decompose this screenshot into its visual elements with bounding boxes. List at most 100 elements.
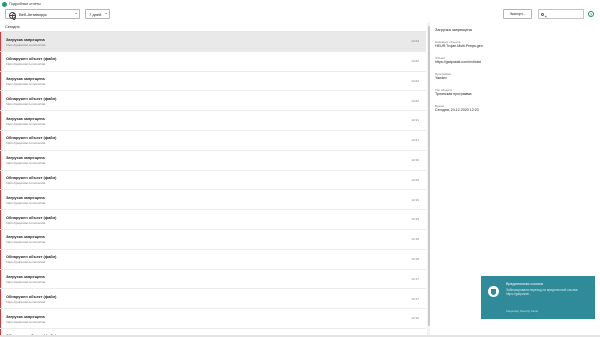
list-item[interactable]: Загрузка запрещена https://gatposlat.com/… [0,229,426,250]
list-item[interactable]: Загрузка запрещена https://gatposlat.com/… [0,150,426,171]
list-item[interactable]: Обнаружен объект (файл)https://gatposlat… [0,130,426,151]
list-item[interactable]: Обнаружен объект (файл)https://gatposlat… [0,289,426,310]
event-url: https://gatposlat.com/ext/stat [6,42,46,47]
alert-indicator [0,269,2,289]
event-url: https://gatposlat.com/ext/stat [6,240,46,245]
list-scrollbar[interactable] [427,22,430,335]
event-time: 12:23 [411,39,419,44]
event-url: https://gatposlat.com/ext/stat [6,101,46,106]
alert-indicator [0,190,2,210]
list-item[interactable]: Загрузка запрещена https://gatposlat.com/… [0,32,426,52]
notification-toast[interactable]: Вредоносная ссылка Заблокирована переход… [481,276,595,319]
search-input[interactable] [538,9,584,19]
report-window: Подробные отчеты Веб-Антивирус 7 дней Эк… [0,0,600,337]
event-time: 12:22 [411,78,419,83]
chevron-down-icon [105,13,107,15]
event-title: Загрузка запрещена [6,76,45,82]
event-url: https://gatposlat.com/ext/stat [6,181,46,186]
event-url: https://gatposlat.com/ext/stat [6,161,46,166]
event-url: https://gatposlat.com/ext/stat [6,280,46,285]
event-title: Обнаружен объект (файл) [6,293,57,299]
event-title: Обнаружен объект (файл) [6,95,57,101]
list-item[interactable]: Загрузка запрещена https://gatposlat.com/… [0,309,426,329]
list-item[interactable]: Обнаружен объект (файл)https://gatposlat… [0,249,426,270]
list-item[interactable]: Загрузка запрещена https://gatposlat.com/… [0,111,426,131]
event-url: https://gatposlat.com/ext/stat [6,220,46,225]
window-title: Подробные отчеты [9,2,41,6]
event-time: 12:21 [411,118,419,123]
help-icon[interactable]: ? [588,11,594,17]
search-icon [541,12,545,16]
globe-icon [9,11,16,21]
event-time: 12:21 [411,138,419,143]
event-title: Обнаружен объект (файл) [6,254,57,260]
object-type-value: Троянская программа [435,92,472,96]
event-title: Обнаружен объект (файл) [6,214,57,220]
event-title: Загрузка запрещена [6,274,45,280]
list-group-header: Сегодня [0,22,426,32]
event-time: 12:17 [411,276,419,281]
alert-indicator [0,32,2,51]
event-time: 12:19 [411,217,419,222]
list-item[interactable]: Загрузка запрещена https://gatposlat.com/… [0,71,426,92]
event-time: 12:18 [411,256,419,261]
toast-footer: Kaspersky Security Cloud [506,308,539,313]
event-time: 12:22 [411,58,419,63]
event-time: 12:20 [411,157,419,162]
event-url: https://gatposlat.com/ext/stat [6,121,46,126]
event-title: Загрузка запрещена [6,115,45,121]
alert-indicator [0,229,2,249]
event-url: https://gatposlat.com/ext/stat [6,82,46,87]
event-url: https://gatposlat.com/ext/stat [6,299,46,304]
toolbar: Веб-Антивирус 7 дней Экспорт... ? [0,8,600,22]
event-title: Обнаружен объект (файл) [6,175,57,181]
event-time: 12:16 [411,316,419,321]
alert-indicator [0,249,2,269]
alert-indicator [0,150,2,170]
event-time: 12:19 [411,197,419,202]
object-value: https://gatposlat.com/ext/stat [435,60,481,64]
event-title: Обнаружен объект (файл) [6,135,57,141]
event-url: https://gatposlat.com/ext/stat [6,260,46,265]
event-time: 12:22 [411,98,419,103]
alert-indicator [0,51,2,71]
list-item[interactable]: Обнаружен объект (файл)https://gatposlat… [0,51,426,72]
list-item[interactable]: Обнаружен объект (файл)https://gatposlat… [0,91,426,112]
event-url: https://gatposlat.com/ext/stat [6,141,46,146]
toast-title: Вредоносная ссылка [506,281,544,286]
event-title: Загрузка запрещена [6,194,45,200]
application-value: Yandex [435,76,447,80]
alert-indicator [0,71,2,91]
details-title: Загрузка запрещена [435,27,472,32]
component-select[interactable]: Веб-Антивирус [5,9,80,21]
events-list: Сегодня Загрузка запрещена https://gatpos… [0,22,426,337]
event-title: Обнаружен объект (файл) [6,56,57,62]
alert-indicator [0,289,2,309]
event-title: Загрузка запрещена [6,234,45,240]
list-item[interactable]: Обнаружен объект (файл)https://gatposlat… [0,210,426,230]
period-select-value: 7 дней [89,11,102,17]
alert-indicator [0,91,2,111]
title-bar: Подробные отчеты [0,0,600,8]
event-title: Загрузка запрещена [6,155,45,161]
scrollbar-thumb[interactable] [427,26,430,326]
list-item[interactable]: Загрузка запрещена https://gatposlat.com/… [0,269,426,290]
time-value: Сегодня, 24.12.2020 12:23 [435,108,479,112]
alert-indicator [0,130,2,150]
alert-indicator [0,111,2,130]
alert-indicator [0,170,2,190]
export-button[interactable]: Экспорт... [503,9,532,19]
toast-body: Заблокирована переход по вредоносной ссы… [506,287,578,297]
list-item[interactable]: Загрузка запрещена https://gatposlat.com/… [0,190,426,211]
alert-indicator [0,309,2,328]
component-select-value: Веб-Антивирус [19,11,47,17]
list-item[interactable]: Обнаружен объект (файл)https://gatposlat… [0,170,426,191]
event-time: 12:18 [411,237,419,242]
event-title: Загрузка запрещена [6,313,45,319]
alert-indicator [0,210,2,229]
event-url: https://gatposlat.com/ext/stat [6,200,46,205]
chevron-down-icon [75,13,77,15]
event-time: 12:20 [411,177,419,182]
period-select[interactable]: 7 дней [85,9,110,19]
event-time: 12:17 [411,296,419,301]
